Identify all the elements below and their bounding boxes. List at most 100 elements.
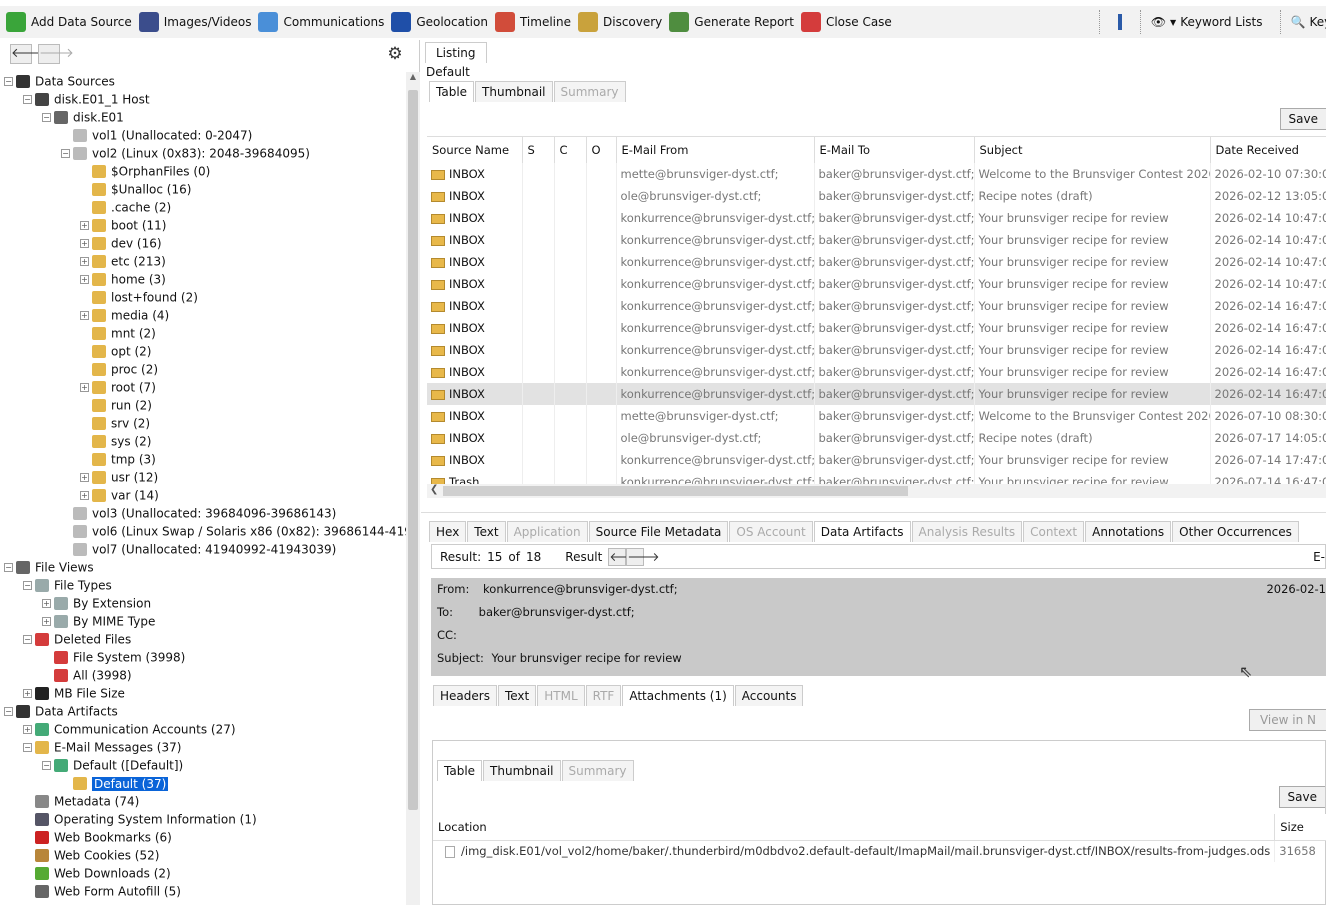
tab-summary[interactable]: Summary bbox=[553, 81, 626, 102]
collapse-icon[interactable]: − bbox=[4, 77, 13, 86]
scroll-up-icon[interactable]: ▲ bbox=[406, 72, 420, 81]
tree-node[interactable]: + root (7) bbox=[0, 378, 406, 396]
table-scrollbar-thumb[interactable] bbox=[443, 486, 908, 496]
collapse-icon[interactable]: − bbox=[4, 707, 13, 716]
tree-node[interactable]: + By MIME Type bbox=[0, 612, 406, 630]
tree-node[interactable]: File System (3998) bbox=[0, 648, 406, 666]
column-header-c[interactable]: C bbox=[554, 137, 587, 163]
expand-icon[interactable]: + bbox=[42, 599, 51, 608]
tree-node[interactable]: Web Form Autofill (5) bbox=[0, 882, 406, 900]
tree-node[interactable]: vol3 (Unallocated: 39684096-39686143) bbox=[0, 504, 406, 522]
tab-annotations[interactable]: Annotations bbox=[1085, 521, 1172, 542]
tree-node[interactable]: proc (2) bbox=[0, 360, 406, 378]
tab-analysis-results[interactable]: Analysis Results bbox=[911, 521, 1023, 542]
table-row[interactable]: INBOX konkurrence@brunsviger-dyst.ctf; bak… bbox=[427, 251, 1326, 273]
tree-node[interactable]: Web Cookies (52) bbox=[0, 846, 406, 864]
tree-node[interactable]: $Unalloc (16) bbox=[0, 180, 406, 198]
gear-icon[interactable]: ⚙ bbox=[385, 44, 405, 64]
tree-node[interactable]: Metadata (74) bbox=[0, 792, 406, 810]
expand-icon[interactable]: + bbox=[23, 689, 32, 698]
tree-node[interactable]: lost+found (2) bbox=[0, 288, 406, 306]
tree-node[interactable]: vol6 (Linux Swap / Solaris x86 (0x82): 3… bbox=[0, 522, 406, 540]
collapse-icon[interactable]: − bbox=[4, 563, 13, 572]
tab-data-artifacts[interactable]: Data Artifacts bbox=[813, 521, 911, 542]
keyword-lists-button[interactable]: 👁 ▼ Keyword Lists bbox=[1151, 15, 1263, 29]
expand-icon[interactable]: + bbox=[80, 491, 89, 500]
tree-node[interactable]: run (2) bbox=[0, 396, 406, 414]
tab-text[interactable]: Text bbox=[497, 685, 537, 706]
collapse-icon[interactable]: − bbox=[23, 635, 32, 644]
scroll-left-icon[interactable]: ❮ bbox=[430, 484, 438, 495]
tree-node[interactable]: + media (4) bbox=[0, 306, 406, 324]
envelope-icon[interactable] bbox=[1117, 14, 1122, 30]
splitter[interactable] bbox=[421, 512, 1326, 513]
table-row[interactable]: INBOX ole@brunsviger-dyst.ctf; baker@bruns… bbox=[427, 427, 1326, 449]
column-header-subject[interactable]: Subject bbox=[974, 137, 1211, 163]
expand-icon[interactable]: + bbox=[23, 725, 32, 734]
column-header-s[interactable]: S bbox=[522, 137, 555, 163]
images-videos-button[interactable]: Images/Videos bbox=[138, 12, 251, 32]
table-row[interactable]: INBOX konkurrence@brunsviger-dyst.ctf; bak… bbox=[427, 317, 1326, 339]
tab-listing[interactable]: Listing bbox=[425, 42, 487, 63]
expand-icon[interactable]: + bbox=[42, 617, 51, 626]
tree-node[interactable]: .cache (2) bbox=[0, 198, 406, 216]
tree-node[interactable]: mnt (2) bbox=[0, 324, 406, 342]
tree-node[interactable]: − disk.E01 bbox=[0, 108, 406, 126]
tree-node[interactable]: vol1 (Unallocated: 0-2047) bbox=[0, 126, 406, 144]
column-header-source-name[interactable]: Source Name bbox=[427, 137, 523, 163]
expand-icon[interactable]: + bbox=[80, 383, 89, 392]
column-header-size[interactable]: Size bbox=[1274, 814, 1326, 841]
table-row[interactable]: Trash konkurrence@brunsviger-dyst.ctf; bak… bbox=[427, 471, 1326, 484]
tree-node[interactable]: + By Extension bbox=[0, 594, 406, 612]
table-horizontal-scrollbar[interactable]: ❮ bbox=[427, 484, 1326, 498]
tree-node[interactable]: − File Types bbox=[0, 576, 406, 594]
column-header-o[interactable]: O bbox=[586, 137, 617, 163]
discovery-button[interactable]: Discovery bbox=[578, 12, 662, 32]
table-row[interactable]: INBOX konkurrence@brunsviger-dyst.ctf; bak… bbox=[427, 207, 1326, 229]
tree-node[interactable]: + Communication Accounts (27) bbox=[0, 720, 406, 738]
tree-scrollbar-thumb[interactable] bbox=[408, 90, 418, 810]
collapse-icon[interactable]: − bbox=[42, 761, 51, 770]
expand-icon[interactable]: + bbox=[80, 239, 89, 248]
add-data-source-button[interactable]: Add Data Source bbox=[6, 12, 132, 32]
tab-hex[interactable]: Hex bbox=[429, 521, 467, 542]
tree-node[interactable]: − E-Mail Messages (37) bbox=[0, 738, 406, 756]
tab-summary[interactable]: Summary bbox=[561, 760, 634, 781]
tree-node[interactable]: All (3998) bbox=[0, 666, 406, 684]
expand-icon[interactable]: + bbox=[80, 311, 89, 320]
tree-node[interactable]: $OrphanFiles (0) bbox=[0, 162, 406, 180]
tab-application[interactable]: Application bbox=[506, 521, 588, 542]
tree-node[interactable]: opt (2) bbox=[0, 342, 406, 360]
collapse-icon[interactable]: − bbox=[23, 581, 32, 590]
view-in-button[interactable]: View in N bbox=[1248, 709, 1326, 731]
forward-button[interactable]: 🡒 bbox=[38, 44, 74, 64]
communications-button[interactable]: Communications bbox=[258, 12, 384, 32]
tab-os-account[interactable]: OS Account bbox=[729, 521, 813, 542]
tree-scrollbar[interactable]: ▲ bbox=[406, 72, 420, 905]
tree-node[interactable]: − Default ([Default]) bbox=[0, 756, 406, 774]
tab-other-occurrences[interactable]: Other Occurrences bbox=[1172, 521, 1299, 542]
tab-text[interactable]: Text bbox=[467, 521, 506, 542]
tree-node[interactable]: + var (14) bbox=[0, 486, 406, 504]
timeline-button[interactable]: Timeline bbox=[494, 12, 571, 32]
tab-accounts[interactable]: Accounts bbox=[734, 685, 804, 706]
tab-attachments-1-[interactable]: Attachments (1) bbox=[622, 685, 734, 706]
tree-node[interactable]: − Deleted Files bbox=[0, 630, 406, 648]
tree-node[interactable]: − File Views bbox=[0, 558, 406, 576]
tree-node[interactable]: + boot (11) bbox=[0, 216, 406, 234]
tree-node[interactable]: + home (3) bbox=[0, 270, 406, 288]
close-case-button[interactable]: Close Case bbox=[800, 12, 892, 32]
expand-icon[interactable]: + bbox=[80, 221, 89, 230]
tree-node[interactable]: − disk.E01_1 Host bbox=[0, 90, 406, 108]
tree-node[interactable]: + usr (12) bbox=[0, 468, 406, 486]
table-row[interactable]: INBOX konkurrence@brunsviger-dyst.ctf; bak… bbox=[427, 273, 1326, 295]
table-row[interactable]: INBOX mette@brunsviger-dyst.ctf; baker@bru… bbox=[427, 405, 1326, 427]
attachment-row[interactable]: /img_disk.E01/vol_vol2/home/baker/.thund… bbox=[433, 840, 1326, 862]
tree-node[interactable]: Web Bookmarks (6) bbox=[0, 828, 406, 846]
geolocation-button[interactable]: Geolocation bbox=[391, 12, 488, 32]
table-row[interactable]: INBOX konkurrence@brunsviger-dyst.ctf; bak… bbox=[427, 449, 1326, 471]
collapse-icon[interactable]: − bbox=[61, 149, 70, 158]
previous-result-button[interactable]: 🡐 bbox=[608, 547, 642, 566]
column-header-location[interactable]: Location bbox=[433, 814, 1276, 841]
column-header-date-received[interactable]: Date Received bbox=[1210, 137, 1326, 163]
